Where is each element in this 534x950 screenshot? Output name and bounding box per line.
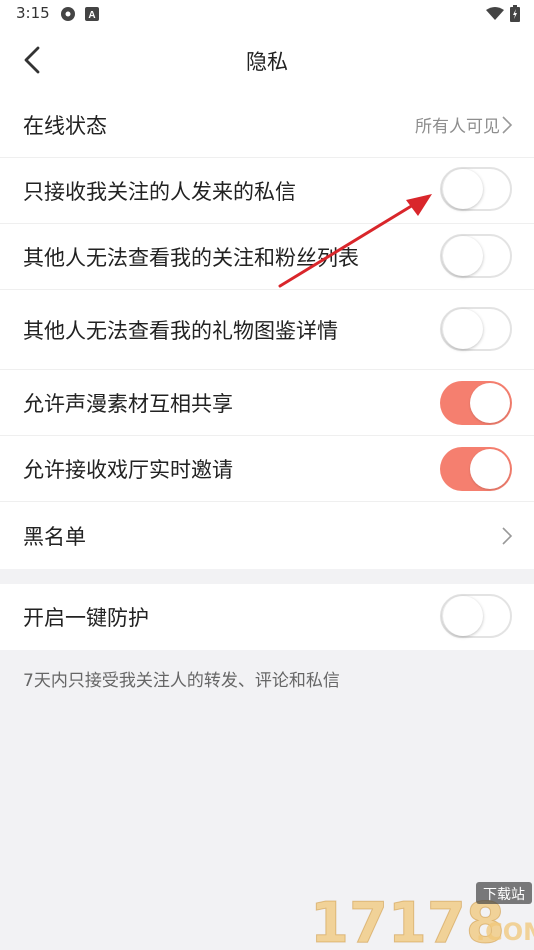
protection-toggle[interactable] — [440, 594, 512, 638]
battery-icon — [510, 5, 520, 26]
follow-list-toggle[interactable] — [440, 234, 512, 278]
wifi-icon — [486, 6, 504, 25]
private-message-toggle[interactable] — [440, 167, 512, 211]
material-sharing-row: 允许声漫素材互相共享 — [0, 370, 534, 436]
toggle-knob — [443, 169, 483, 209]
online-status-label: 在线状态 — [23, 113, 107, 138]
svg-text:下载站: 下载站 — [483, 887, 525, 903]
privacy-settings-list: 在线状态 所有人可见 只接收我关注的人发来的私信 其他人无法查看我的关注和粉丝列… — [0, 92, 534, 569]
chevron-right-icon — [502, 526, 513, 545]
toggle-knob — [443, 236, 483, 276]
gift-gallery-label: 其他人无法查看我的礼物图鉴详情 — [23, 318, 338, 343]
svg-text:A: A — [88, 10, 95, 21]
blacklist-label: 黑名单 — [23, 524, 86, 549]
chevron-right-icon — [502, 115, 513, 134]
protection-hint: 7天内只接受我关注人的转发、评论和私信 — [23, 671, 340, 691]
online-status-row[interactable]: 在线状态 所有人可见 — [0, 92, 534, 158]
toggle-knob — [470, 449, 510, 489]
theater-invite-row: 允许接收戏厅实时邀请 — [0, 436, 534, 502]
protection-row: 开启一键防护 — [0, 584, 534, 650]
blacklist-row[interactable]: 黑名单 — [0, 502, 534, 569]
material-sharing-toggle[interactable] — [440, 381, 512, 425]
status-bar: 3:15 A — [0, 0, 534, 28]
toggle-knob — [443, 596, 483, 636]
online-status-value: 所有人可见 — [415, 117, 500, 137]
page-title: 隐私 — [246, 50, 288, 74]
svg-text:.COM: .COM — [476, 918, 534, 946]
material-sharing-label: 允许声漫素材互相共享 — [23, 391, 233, 416]
app-header: 隐私 — [0, 28, 534, 92]
gift-gallery-row: 其他人无法查看我的礼物图鉴详情 — [0, 290, 534, 370]
annotation-arrow-icon — [278, 194, 432, 288]
watermark-logo: 17178 下载站 .COM — [308, 880, 534, 950]
app-a-icon: A — [85, 6, 101, 22]
protection-section: 开启一键防护 — [0, 584, 534, 650]
theater-invite-label: 允许接收戏厅实时邀请 — [23, 457, 233, 482]
private-message-label: 只接收我关注的人发来的私信 — [23, 179, 296, 204]
private-message-row: 只接收我关注的人发来的私信 — [0, 158, 534, 224]
theater-invite-toggle[interactable] — [440, 447, 512, 491]
toggle-knob — [470, 383, 510, 423]
follow-list-row: 其他人无法查看我的关注和粉丝列表 — [0, 224, 534, 290]
gift-gallery-toggle[interactable] — [440, 307, 512, 351]
settings-gear-icon — [60, 6, 76, 22]
status-time: 3:15 — [16, 4, 50, 22]
protection-label: 开启一键防护 — [23, 606, 149, 630]
toggle-knob — [443, 309, 483, 349]
